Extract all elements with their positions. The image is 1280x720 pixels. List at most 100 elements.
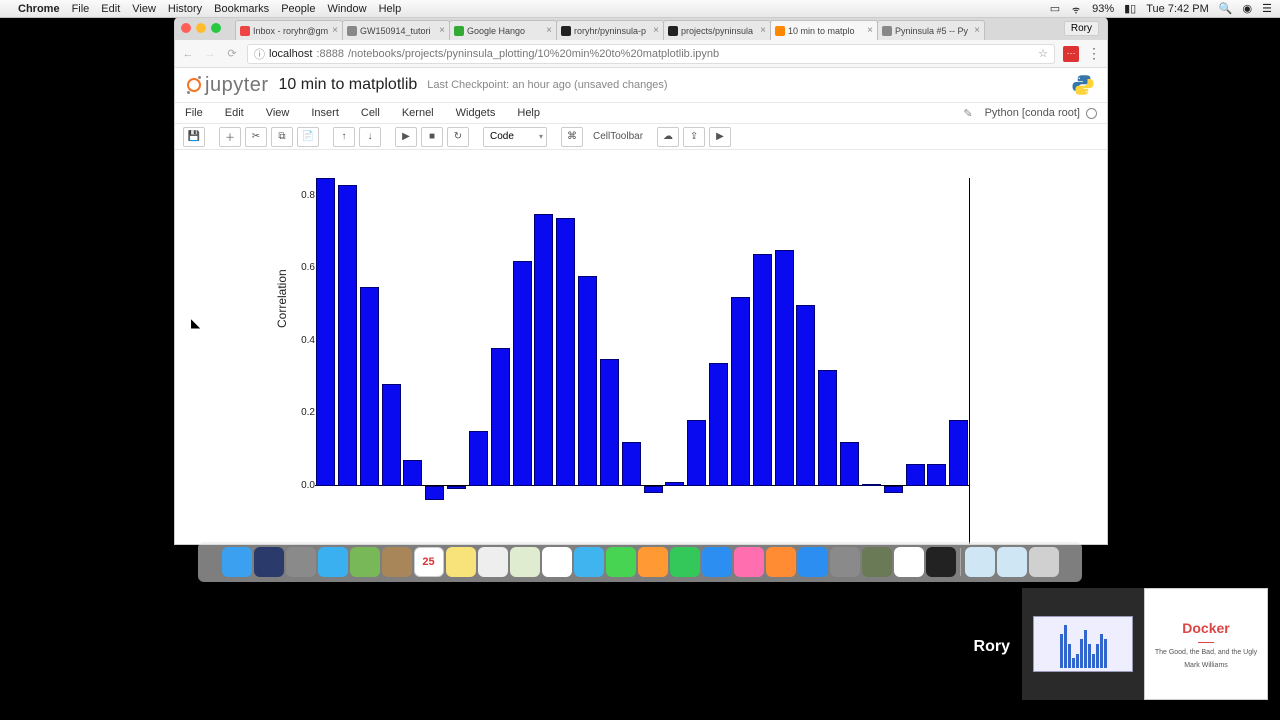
kernel-name[interactable]: Python [conda root] [985,107,1080,119]
dock-chrome-icon[interactable] [894,547,924,577]
extension-icon[interactable]: ⋯ [1063,46,1079,62]
dock-messages-icon[interactable] [574,547,604,577]
dock-googleearth-icon[interactable] [254,547,284,577]
window-controls[interactable] [181,23,221,33]
dock-trash-icon[interactable] [1029,547,1059,577]
dock-safari-icon[interactable] [318,547,348,577]
dock-itunes-icon[interactable] [734,547,764,577]
wifi-icon[interactable] [1070,3,1082,15]
cut-cell-button[interactable]: ✂ [245,127,267,147]
browser-tab[interactable]: projects/pyninsula× [663,20,771,40]
bar [665,482,684,486]
jupyter-logo[interactable]: jupyter [187,74,269,97]
jmenu-insert[interactable]: Insert [311,107,339,119]
menu-people[interactable]: People [281,3,315,15]
nbextensions-button[interactable]: ⇪ [683,127,705,147]
dock-preview-icon[interactable] [350,547,380,577]
edit-mode-icon[interactable]: ✎ [963,107,972,120]
menu-help[interactable]: Help [379,3,402,15]
y-tick-label: 0.8 [301,190,315,201]
dock-maps-icon[interactable] [510,547,540,577]
dock-keynote-icon[interactable] [702,547,732,577]
jmenu-kernel[interactable]: Kernel [402,107,434,119]
dock-photos-icon[interactable] [542,547,572,577]
dock-terminal-icon[interactable] [926,547,956,577]
save-button[interactable]: 💾 [183,127,205,147]
browser-tab[interactable]: Google Hango× [449,20,557,40]
forward-button[interactable]: → [203,48,217,60]
dock-ibooks-icon[interactable] [766,547,796,577]
close-tab-icon[interactable]: × [974,25,980,36]
dock-finder-icon[interactable] [222,547,252,577]
jmenu-edit[interactable]: Edit [225,107,244,119]
dock-wallpaper-icon[interactable] [862,547,892,577]
youtube-button[interactable]: ▶ [709,127,731,147]
mac-dock[interactable]: 25 [198,542,1082,582]
browser-tab[interactable]: Pyninsula #5 -- Py× [877,20,985,40]
dock-appstore-icon[interactable] [798,547,828,577]
move-down-button[interactable]: ↓ [359,127,381,147]
browser-tab[interactable]: GW150914_tutori× [342,20,450,40]
close-tab-icon[interactable]: × [760,25,766,36]
menu-bookmarks[interactable]: Bookmarks [214,3,269,15]
close-tab-icon[interactable]: × [653,25,659,36]
menu-history[interactable]: History [168,3,202,15]
insert-cell-button[interactable]: ＋ [219,127,241,147]
bar [338,185,357,485]
chrome-user-button[interactable]: Rory [1064,21,1099,36]
back-button[interactable]: ← [181,48,195,60]
jmenu-cell[interactable]: Cell [361,107,380,119]
copy-cell-button[interactable]: ⧉ [271,127,293,147]
close-tab-icon[interactable]: × [439,25,445,36]
dock-notes-icon[interactable] [446,547,476,577]
move-up-button[interactable]: ↑ [333,127,355,147]
celltype-select[interactable]: Code [483,127,547,147]
close-tab-icon[interactable]: × [867,25,873,36]
browser-tab[interactable]: 10 min to matplo× [770,20,878,40]
y-axis-ticks: -0.20.00.20.40.60.8 [287,178,315,544]
dock-screenshot-icon[interactable] [965,547,995,577]
site-info-icon[interactable]: ⓘ [254,46,265,62]
menu-file[interactable]: File [72,3,90,15]
menu-view[interactable]: View [132,3,156,15]
restart-button[interactable]: ↻ [447,127,469,147]
dock-reminders-icon[interactable] [478,547,508,577]
jmenu-help[interactable]: Help [517,107,540,119]
paste-cell-button[interactable]: 📄 [297,127,319,147]
close-tab-icon[interactable]: × [546,25,552,36]
siri-icon[interactable]: ◉ [1243,2,1253,15]
dock-launchpad-icon[interactable] [286,547,316,577]
jmenu-widgets[interactable]: Widgets [456,107,496,119]
spotlight-icon[interactable]: 🔍 [1219,2,1233,15]
bookmark-star-icon[interactable]: ☆ [1038,47,1048,60]
app-name[interactable]: Chrome [18,3,60,15]
notebook-title[interactable]: 10 min to matplotlib [279,76,418,94]
airplay-icon[interactable]: ▭ [1050,2,1060,15]
address-bar[interactable]: ⓘ localhost:8888/notebooks/projects/pyni… [247,44,1055,64]
celltoolbar-label: CellToolbar [593,131,643,142]
browser-tab[interactable]: Inbox - roryhr@gm× [235,20,343,40]
run-button[interactable]: ▶ [395,127,417,147]
menu-window[interactable]: Window [327,3,366,15]
dock-screenshot2-icon[interactable] [997,547,1027,577]
browser-tab[interactable]: roryhr/pyninsula-p× [556,20,664,40]
chrome-tabstrip: Inbox - roryhr@gm×GW150914_tutori×Google… [175,18,1107,40]
dock-numbers-icon[interactable] [670,547,700,577]
dock-settings-icon[interactable] [830,547,860,577]
notification-center-icon[interactable]: ☰ [1262,2,1272,15]
dock-calendar-icon[interactable]: 25 [414,547,444,577]
dock-pages-icon[interactable] [638,547,668,577]
dock-facetime-icon[interactable] [606,547,636,577]
jmenu-file[interactable]: File [185,107,203,119]
command-palette-button[interactable]: ⌘ [561,127,583,147]
close-tab-icon[interactable]: × [332,25,338,36]
menu-edit[interactable]: Edit [101,3,120,15]
stop-button[interactable]: ■ [421,127,443,147]
cloud-button[interactable]: ☁ [657,127,679,147]
slide-title: Docker [1182,620,1229,636]
dock-contacts-icon[interactable] [382,547,412,577]
bar [644,486,663,493]
chrome-menu-icon[interactable]: ⋮ [1087,45,1101,62]
jmenu-view[interactable]: View [266,107,290,119]
reload-button[interactable]: ⟳ [225,47,239,60]
